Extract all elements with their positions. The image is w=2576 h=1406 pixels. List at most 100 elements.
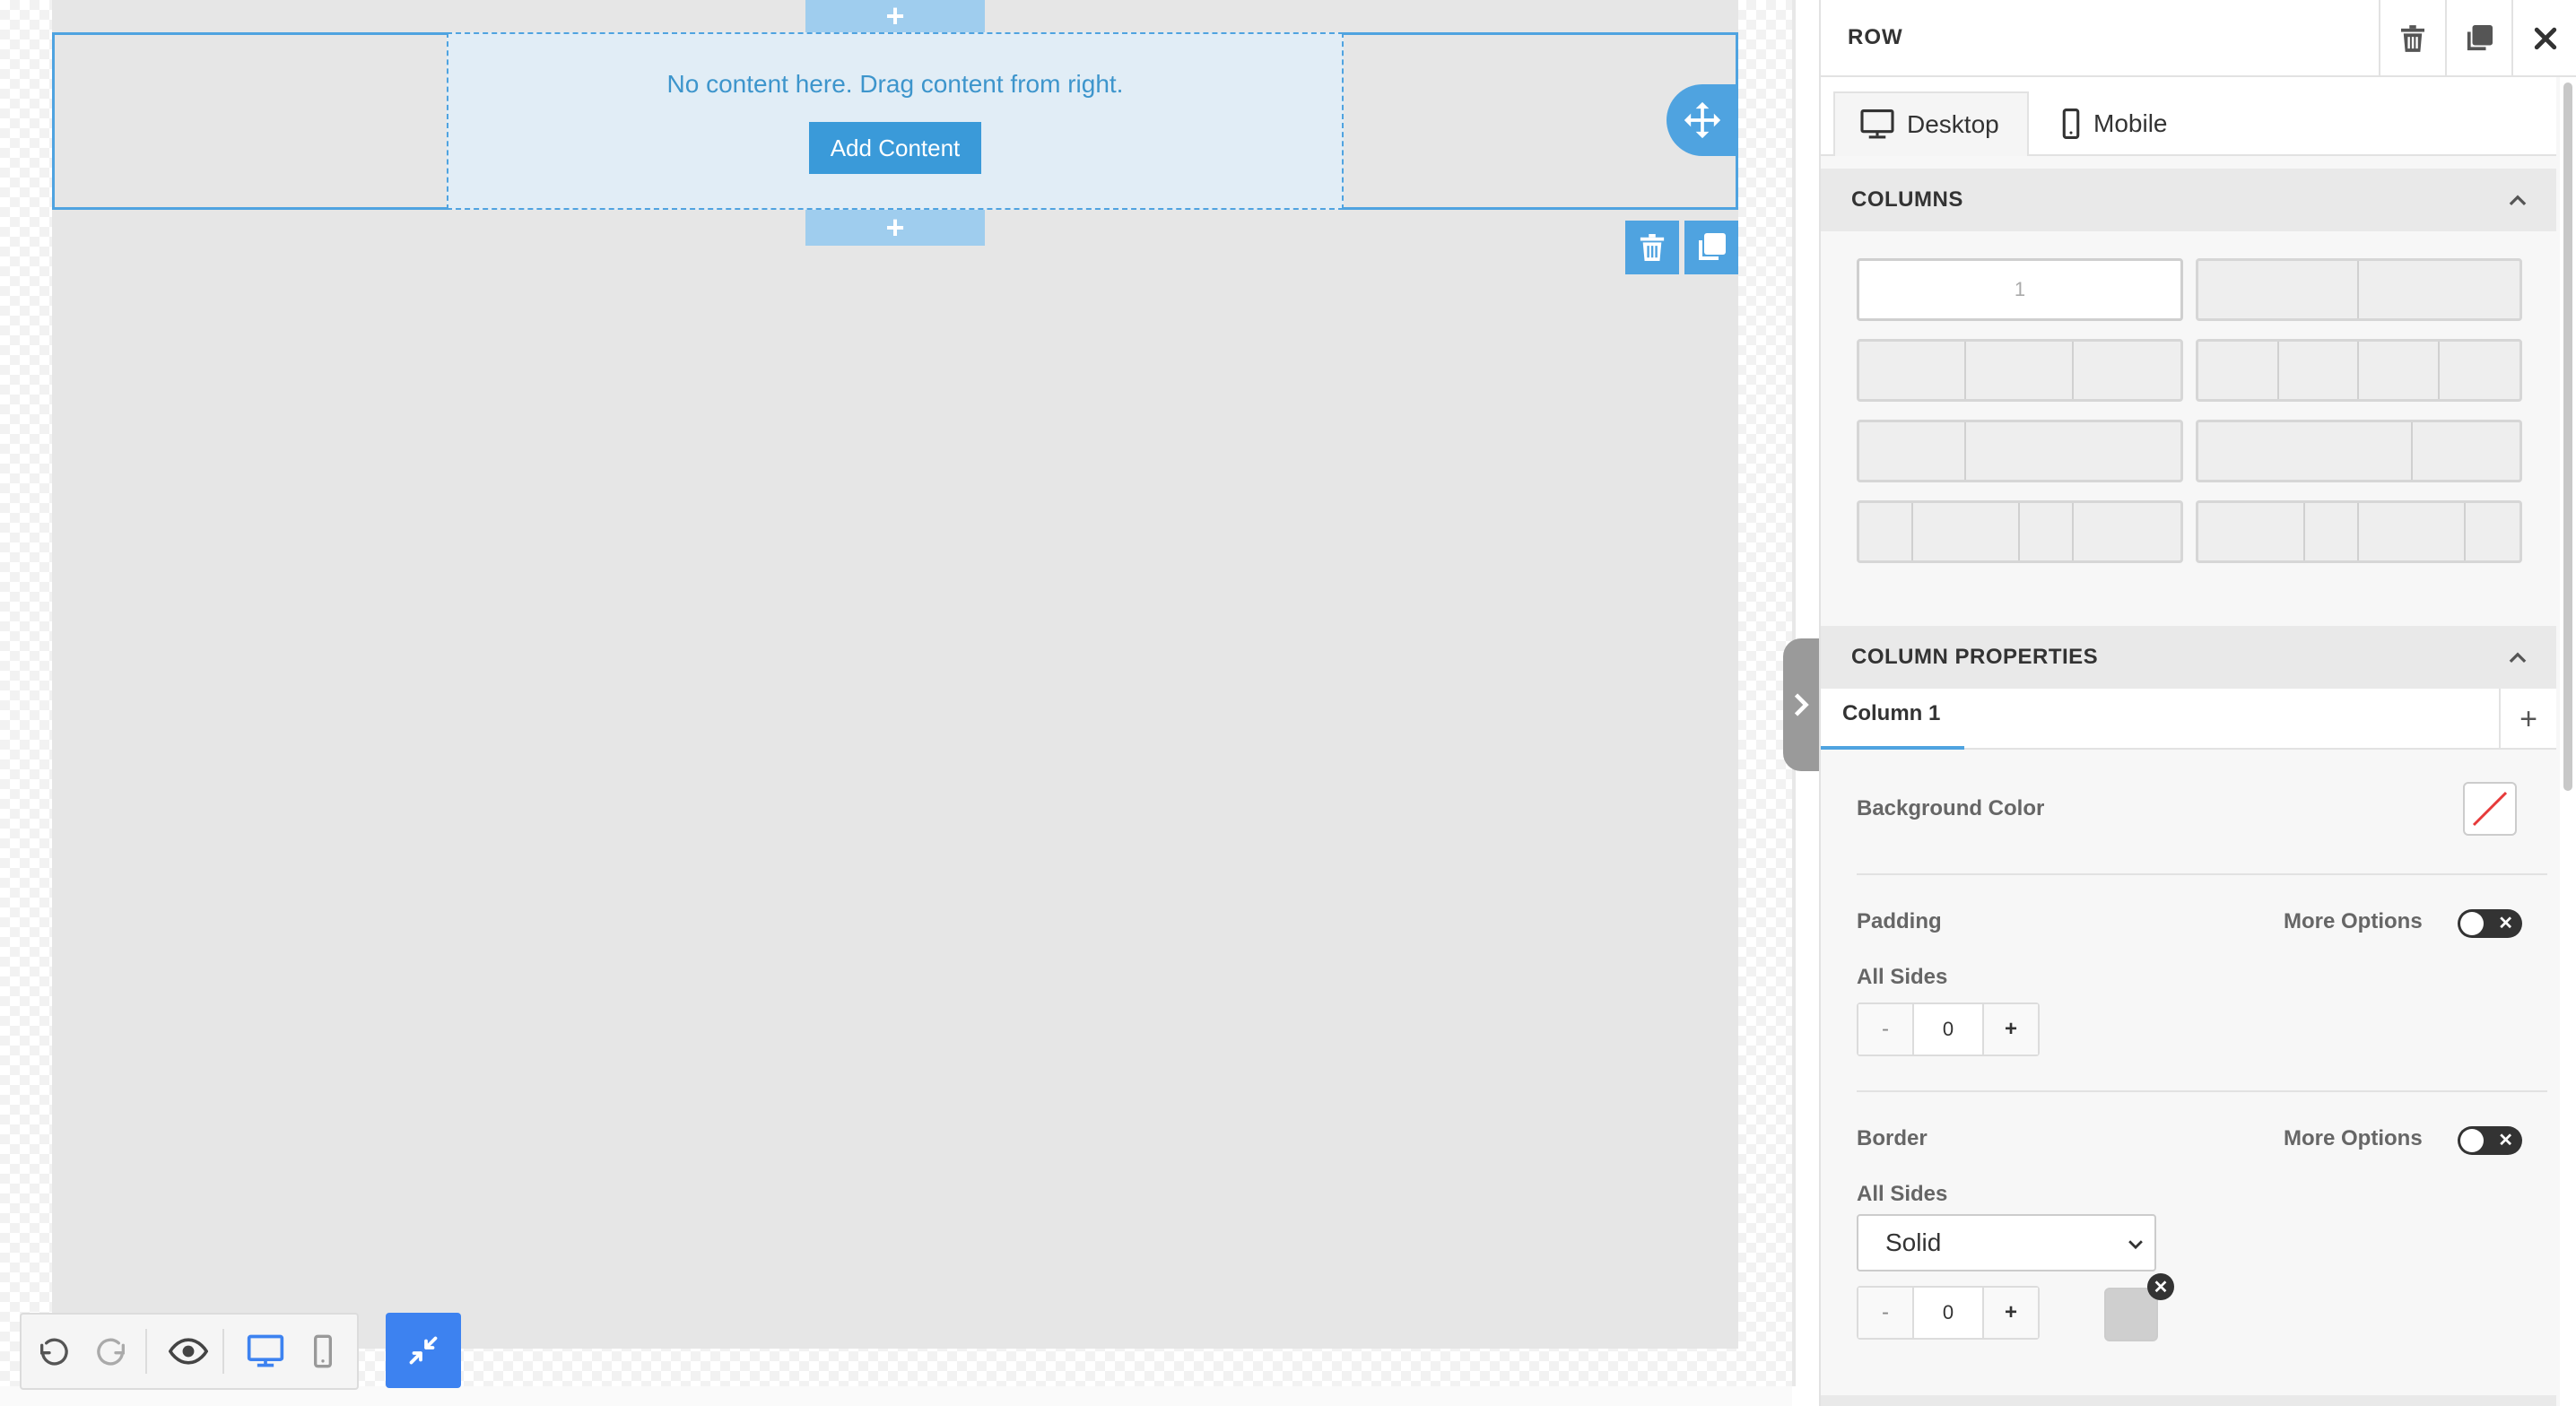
chevron-up-icon [2509, 652, 2527, 664]
panel-close-button[interactable] [2511, 0, 2576, 77]
trash-icon [2401, 25, 2424, 52]
column-drop-zone[interactable] [447, 32, 1344, 210]
tab-mobile[interactable]: Mobile [2036, 91, 2215, 156]
layout-cell [2020, 503, 2074, 560]
layout-option-2-col[interactable] [2196, 258, 2522, 321]
columns-section-header[interactable]: COLUMNS [1821, 169, 2556, 231]
layout-option-2-1-2-1[interactable] [2196, 500, 2522, 563]
close-icon [2534, 27, 2557, 50]
desktop-icon [247, 1334, 284, 1367]
layout-cell [2359, 342, 2440, 399]
close-icon: ✕ [2498, 1131, 2513, 1150]
preview-button[interactable] [163, 1326, 213, 1376]
border-width-stepper: - 0 + [1857, 1286, 2040, 1340]
tab-column-1[interactable]: Column 1 [1842, 701, 1940, 726]
layout-cell [2440, 342, 2520, 399]
tab-desktop[interactable]: Desktop [1833, 91, 2029, 156]
clear-border-color-button[interactable]: ✕ [2147, 1273, 2174, 1300]
copy-icon [1699, 233, 1726, 260]
desktop-view-button[interactable] [240, 1326, 291, 1376]
columns-section-title: COLUMNS [1851, 187, 1963, 212]
layout-option-1-2-1-2[interactable] [1857, 500, 2183, 563]
active-tab-indicator [1821, 746, 1964, 750]
empty-column-message: No content here. Drag content from right… [666, 70, 1124, 98]
field-divider [1857, 1090, 2547, 1092]
border-more-options-label: More Options [2284, 1126, 2423, 1150]
plus-icon: + [2519, 701, 2537, 736]
layout-cell [1859, 342, 1967, 399]
padding-increment-button[interactable]: + [1982, 1004, 2038, 1054]
add-column-button[interactable]: + [2499, 689, 2556, 750]
plus-icon: + [885, 209, 905, 246]
add-content-button[interactable]: Add Content [809, 122, 981, 174]
background-color-picker[interactable] [2463, 782, 2517, 836]
border-increment-button[interactable]: + [1982, 1288, 2038, 1338]
undo-icon [40, 1338, 68, 1366]
trash-icon [1640, 234, 1665, 261]
layout-option-1-col[interactable]: 1 [1857, 258, 2183, 321]
border-label: Border [1857, 1126, 1928, 1150]
layout-option-2-1[interactable] [2196, 420, 2522, 482]
redo-button[interactable] [86, 1326, 136, 1376]
layout-cell [2466, 503, 2519, 560]
undo-button[interactable] [29, 1326, 79, 1376]
toolbar-separator [222, 1329, 224, 1374]
row-move-handle[interactable] [1667, 84, 1738, 156]
layout-cell [2305, 503, 2359, 560]
layout-cell [1913, 503, 2020, 560]
chevron-up-icon [2509, 195, 2527, 206]
background-color-label: Background Color [1857, 796, 2045, 820]
eye-icon [169, 1338, 208, 1365]
toggle-knob [2460, 912, 2484, 935]
border-style-select[interactable]: Solid [1857, 1214, 2156, 1271]
column-properties-section-title: COLUMN PROPERTIES [1851, 645, 2099, 669]
layout-cell [2359, 503, 2467, 560]
layout-option-3-col[interactable] [1857, 339, 2183, 402]
device-tabs: Desktop Mobile [1821, 77, 2556, 156]
collapse-button[interactable] [386, 1313, 461, 1388]
layout-option-1-2[interactable] [1857, 420, 2183, 482]
row-delete-button[interactable] [1625, 221, 1679, 274]
chevron-down-icon [2128, 1240, 2143, 1250]
panel-duplicate-button[interactable] [2445, 0, 2511, 77]
row-settings-panel: ROW Desktop Mobile COLUMNS 1 COLUMN PROP… [1819, 0, 2576, 1406]
layout-cell [2074, 342, 2180, 399]
panel-toggle-tab[interactable] [1783, 638, 1819, 771]
add-row-above-button[interactable]: + [805, 0, 985, 32]
tab-desktop-label: Desktop [1907, 110, 1999, 138]
panel-scrollbar-thumb[interactable] [2563, 82, 2572, 791]
layout-option-4-col[interactable] [2196, 339, 2522, 402]
padding-value-input[interactable]: 0 [1914, 1004, 1982, 1054]
row-duplicate-button[interactable] [1684, 221, 1738, 274]
add-row-below-button[interactable]: + [805, 210, 985, 246]
border-decrement-button[interactable]: - [1858, 1288, 1914, 1338]
layout-cell [1859, 422, 1967, 480]
padding-more-options-label: More Options [2284, 909, 2423, 933]
panel-header: ROW [1821, 0, 2576, 77]
page-builder: No content here. Drag content from right… [0, 0, 2576, 1406]
layout-cell [2198, 342, 2279, 399]
bottom-toolbar [20, 1313, 359, 1390]
padding-more-options-toggle[interactable]: ✕ [2458, 909, 2522, 938]
padding-stepper: - 0 + [1857, 1002, 2040, 1056]
desktop-icon [1860, 109, 1894, 139]
tab-mobile-label: Mobile [2093, 109, 2168, 137]
panel-delete-button[interactable] [2379, 0, 2445, 77]
layout-option-label: 1 [2014, 278, 2026, 300]
no-color-icon [2472, 791, 2508, 827]
plus-icon: + [885, 0, 905, 34]
mobile-view-button[interactable] [298, 1326, 348, 1376]
column-tabs: Column 1 + [1821, 689, 2556, 750]
mobile-icon [314, 1334, 332, 1368]
field-divider [1857, 873, 2547, 875]
column-properties-section-header[interactable]: COLUMN PROPERTIES [1821, 626, 2556, 689]
layout-cell [2198, 261, 2359, 318]
border-more-options-toggle[interactable]: ✕ [2458, 1126, 2522, 1155]
move-icon [1684, 101, 1721, 139]
panel-title: ROW [1848, 25, 1903, 49]
border-style-value: Solid [1885, 1228, 1942, 1256]
padding-decrement-button[interactable]: - [1858, 1004, 1914, 1054]
layout-cell [2359, 261, 2519, 318]
layout-cell [1966, 342, 2074, 399]
border-width-input[interactable]: 0 [1914, 1288, 1982, 1338]
